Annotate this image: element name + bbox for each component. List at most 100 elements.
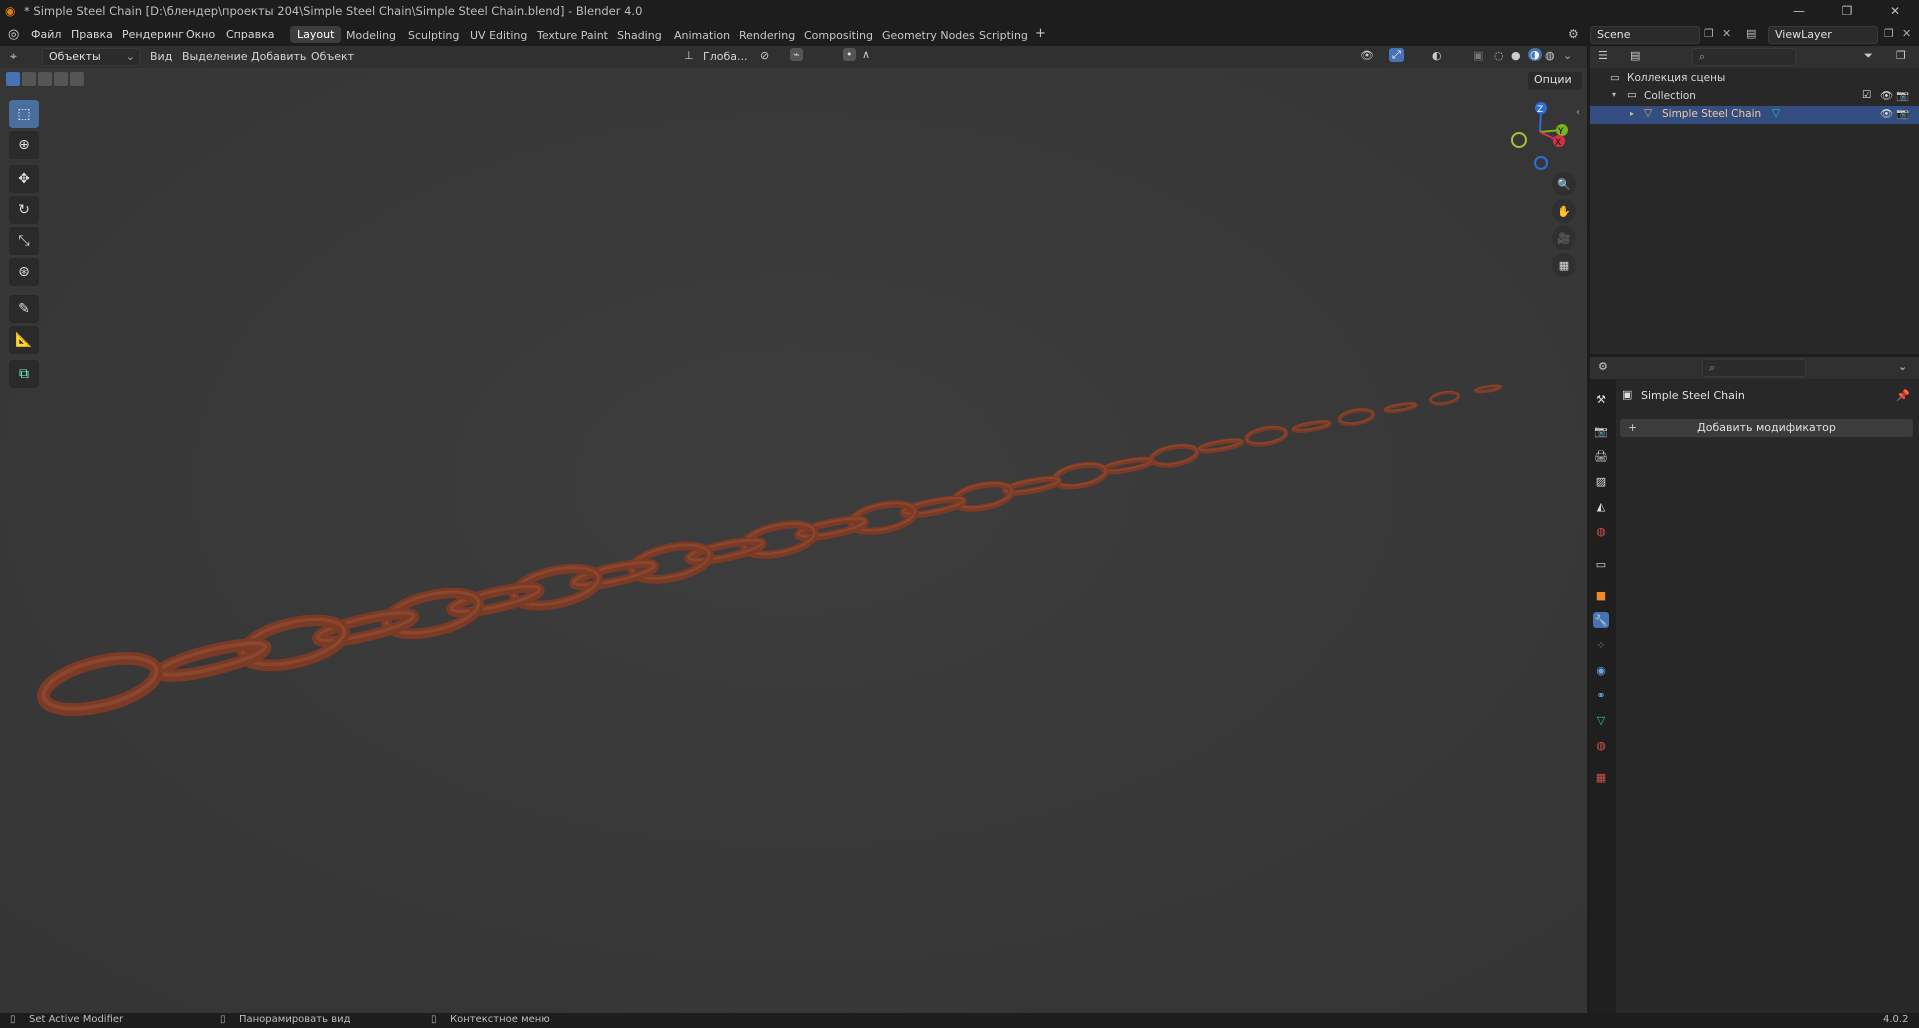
menu-help[interactable]: Справка [226,28,274,41]
rotate-tool[interactable]: ↻ [9,196,39,224]
falloff-icon[interactable]: ∧ [862,48,870,61]
texture-tab-icon[interactable]: ▦ [1593,769,1609,785]
tab-sculpting[interactable]: Sculpting [408,29,459,42]
physics-tab-icon[interactable]: ◉ [1593,662,1609,678]
render-tab-icon[interactable]: 📷 [1593,423,1609,439]
move-tool[interactable]: ✥ [9,165,39,193]
sidebar-toggle-icon[interactable]: ‹ [1576,107,1580,118]
select-box-tool[interactable]: ⬚ [9,100,39,128]
display-mode-icon[interactable]: ▤ [1630,49,1640,62]
tool-tab-icon[interactable]: ⚒ [1593,391,1609,407]
world-tab-icon[interactable]: ◍ [1593,523,1609,539]
particles-tab-icon[interactable]: ⁘ [1593,637,1609,653]
transform-orientation-select[interactable]: Глоба... [703,50,747,63]
gizmo-toggle-icon[interactable]: ⤢ [1389,48,1404,62]
visibility-icon[interactable]: 👁 [1360,49,1374,62]
cursor-tool[interactable]: ⊕ [9,131,39,159]
pivot-icon[interactable]: ⊘ [760,49,769,62]
camera-view-button[interactable]: 🎥 [1552,226,1576,250]
exclude-checkbox-icon[interactable]: ☑ [1862,89,1871,101]
new-collection-icon[interactable]: ❐ [1896,49,1906,62]
viewlayer-field[interactable]: ViewLayer [1768,26,1878,44]
properties-options-icon[interactable]: ⌄ [1898,360,1907,373]
perspective-toggle-button[interactable]: ▦ [1552,253,1576,277]
expand-collection-icon[interactable]: ▾ [1612,90,1616,99]
add-modifier-button[interactable]: + Добавить модификатор [1620,419,1913,437]
navigation-gizmo[interactable]: Z Y X [1500,96,1578,174]
blender-menu-icon[interactable]: ◎ [8,27,19,42]
data-tab-icon[interactable]: ▽ [1593,712,1609,728]
collection-tab-icon[interactable]: ▭ [1593,556,1609,572]
properties-search-input[interactable]: ⌕ [1702,359,1806,377]
scene-tab-icon[interactable]: ◭ [1593,498,1609,514]
tab-modeling[interactable]: Modeling [346,29,396,42]
viewlayer-remove-icon[interactable]: ✕ [1902,27,1911,40]
close-button[interactable]: ✕ [1871,0,1919,22]
wireframe-shading-icon[interactable]: ◌ [1494,49,1504,62]
filter-icon[interactable]: ⏷ [1864,49,1873,63]
tab-layout[interactable]: Layout [290,26,342,43]
menu-select[interactable]: Выделение [182,50,248,63]
mesh-data-icon[interactable]: ▽ [1772,107,1780,119]
add-cube-tool[interactable]: ⧉ [9,360,39,388]
scene-remove-icon[interactable]: ✕ [1722,27,1731,40]
select-invert-icon[interactable] [54,72,68,86]
hide-eye-icon[interactable]: 👁 [1880,89,1893,102]
modifier-tab-icon[interactable]: 🔧 [1593,612,1609,628]
scene-field[interactable]: Scene [1590,26,1700,44]
measure-tool[interactable]: 📐 [9,326,39,354]
properties-editor-icon[interactable]: ⚙ [1598,360,1608,373]
editor-type-icon[interactable]: ⌖ [10,49,17,64]
select-new-icon[interactable] [6,72,20,86]
tab-uv-editing[interactable]: UV Editing [470,29,527,42]
rendered-shading-icon[interactable]: ◍ [1545,49,1555,62]
select-extend-icon[interactable] [22,72,36,86]
object-hide-eye-icon[interactable]: 👁 [1880,107,1893,120]
menu-object[interactable]: Объект [311,50,354,63]
scale-tool[interactable]: ⤡ [9,227,39,255]
material-tab-icon[interactable]: ◍ [1593,737,1609,753]
transform-tool[interactable]: ⊛ [9,258,39,286]
output-tab-icon[interactable]: 🖨 [1593,448,1609,464]
viewport-3d[interactable] [0,46,1587,1013]
scene-icon[interactable]: ⚙ [1568,27,1579,41]
proportional-edit-icon[interactable]: • [843,48,856,61]
snap-icon[interactable]: ⌁ [790,48,803,61]
tab-geometry-nodes[interactable]: Geometry Nodes [882,29,975,42]
object-render-camera-icon[interactable]: 📷 [1896,107,1909,120]
menu-render[interactable]: Рендеринг [122,28,184,41]
tab-texture-paint[interactable]: Texture Paint [537,29,608,42]
outliner-search-input[interactable]: ⌕ [1692,48,1796,66]
xray-icon[interactable]: ▣ [1473,49,1483,62]
pan-button[interactable]: ✋ [1552,199,1576,223]
outliner-row-collection[interactable]: ▾ ▭ Collection ☑ 👁 📷 [1590,88,1919,106]
shading-options-icon[interactable]: ⌄ [1563,49,1572,62]
tab-compositing[interactable]: Compositing [804,29,873,42]
outliner-editor-icon[interactable]: ☰ [1598,49,1608,62]
add-workspace-button[interactable]: + [1035,26,1046,41]
select-subtract-icon[interactable] [38,72,52,86]
menu-file[interactable]: Файл [31,28,61,41]
outliner-row-object[interactable]: ▸ ▽ Simple Steel Chain ▽ 👁 📷 [1590,106,1919,124]
menu-edit[interactable]: Правка [71,28,113,41]
pin-icon[interactable]: 📌 [1896,389,1910,402]
tab-shading[interactable]: Shading [617,29,662,42]
select-intersect-icon[interactable] [70,72,84,86]
view-layer-tab-icon[interactable]: ▨ [1593,473,1609,489]
render-camera-icon[interactable]: 📷 [1896,89,1909,102]
tab-rendering[interactable]: Rendering [739,29,795,42]
menu-window[interactable]: Окно [186,28,215,41]
expand-object-icon[interactable]: ▸ [1630,109,1634,118]
scene-new-icon[interactable]: ❐ [1704,27,1714,40]
menu-view[interactable]: Вид [150,50,172,63]
outliner-row-scene-collection[interactable]: ▭ Коллекция сцены [1590,70,1919,88]
overlay-icon[interactable]: ◐ [1432,49,1442,62]
mode-select[interactable]: Объекты ⌄ [42,48,140,66]
tab-animation[interactable]: Animation [674,29,730,42]
maximize-button[interactable]: ❐ [1823,0,1871,22]
annotate-tool[interactable]: ✎ [9,295,39,323]
viewlayer-icon[interactable]: ▤ [1746,27,1756,40]
tab-scripting[interactable]: Scripting [979,29,1028,42]
constraints-tab-icon[interactable]: ⚭ [1593,687,1609,703]
solid-shading-icon[interactable]: ● [1511,49,1521,62]
